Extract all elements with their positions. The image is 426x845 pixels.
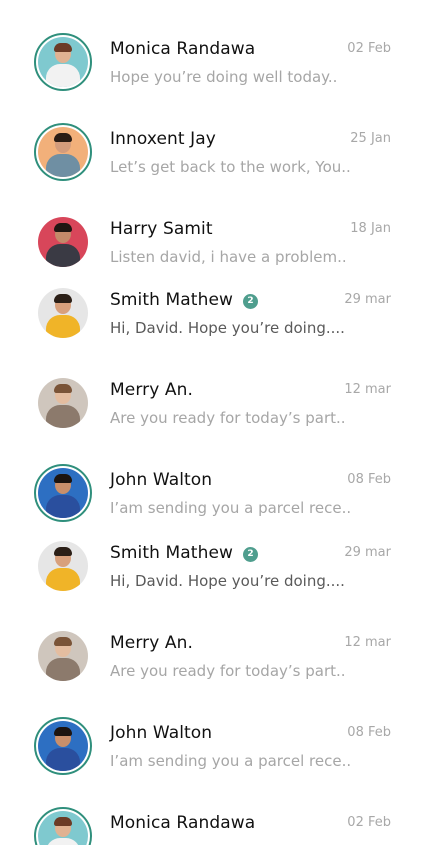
message-date: 12 mar — [344, 382, 391, 397]
message-date: 08 Feb — [347, 472, 391, 487]
conversation-row[interactable]: John Walton 08 Feb I’am sending you a pa… — [0, 706, 426, 786]
contact-name: John Walton — [110, 470, 213, 490]
unread-count-badge: 2 — [243, 294, 259, 309]
message-preview: Hi, David. Hope you’re doing.... — [110, 319, 345, 337]
conversation-row[interactable]: Smith Mathew 2 29 mar Hi, David. Hope you… — [0, 273, 426, 353]
avatar — [34, 537, 92, 595]
conversation-list: Monica Randawa 02 Feb Hope you’re doing … — [0, 0, 426, 845]
message-preview: Are you ready for today’s part.. — [110, 662, 346, 680]
conversation-row[interactable]: Innoxent Jay 25 Jan Let’s get back to th… — [0, 112, 426, 192]
message-preview: Hi, David. Hope you’re doing.... — [110, 572, 345, 590]
avatar — [34, 807, 92, 845]
unread-count-badge: 2 — [243, 547, 259, 562]
message-date: 18 Jan — [350, 221, 391, 236]
message-date: 29 mar — [344, 545, 391, 560]
contact-name: Monica Randawa — [110, 39, 256, 59]
message-preview: I’am sending you a parcel rece.. — [110, 499, 352, 517]
contact-name: John Walton — [110, 723, 213, 743]
avatar — [34, 123, 92, 181]
conversation-row[interactable]: Monica Randawa 02 Feb Hope you’re doing … — [0, 22, 426, 102]
contact-name: Smith Mathew 2 — [110, 543, 259, 563]
avatar — [34, 627, 92, 685]
avatar — [34, 717, 92, 775]
contact-name: Innoxent Jay — [110, 129, 216, 149]
message-date: 02 Feb — [347, 815, 391, 830]
message-date: 29 mar — [344, 292, 391, 307]
avatar — [34, 284, 92, 342]
message-preview: I’am sending you a parcel rece.. — [110, 752, 352, 770]
conversation-row[interactable]: Merry An. 12 mar Are you ready for today… — [0, 616, 426, 696]
contact-name: Merry An. — [110, 380, 193, 400]
conversation-row[interactable]: Merry An. 12 mar Are you ready for today… — [0, 363, 426, 443]
message-date: 08 Feb — [347, 725, 391, 740]
message-date: 02 Feb — [347, 41, 391, 56]
conversation-row[interactable]: Harry Samit 18 Jan Listen david, i have … — [0, 202, 426, 282]
avatar — [34, 33, 92, 91]
message-preview: Listen david, i have a problem.. — [110, 248, 347, 266]
message-preview: Hope you’re doing well today.. — [110, 68, 338, 86]
conversation-row[interactable]: John Walton 08 Feb I’am sending you a pa… — [0, 453, 426, 533]
conversation-row[interactable]: Smith Mathew 2 29 mar Hi, David. Hope you… — [0, 526, 426, 606]
message-preview: Are you ready for today’s part.. — [110, 409, 346, 427]
contact-name: Harry Samit — [110, 219, 213, 239]
avatar — [34, 213, 92, 271]
avatar — [34, 464, 92, 522]
message-preview: Let’s get back to the work, You.. — [110, 158, 351, 176]
contact-name: Smith Mathew 2 — [110, 290, 259, 310]
contact-name: Monica Randawa — [110, 813, 256, 833]
conversation-row[interactable]: Monica Randawa 02 Feb — [0, 796, 426, 845]
message-date: 25 Jan — [350, 131, 391, 146]
contact-name: Merry An. — [110, 633, 193, 653]
avatar — [34, 374, 92, 432]
message-date: 12 mar — [344, 635, 391, 650]
